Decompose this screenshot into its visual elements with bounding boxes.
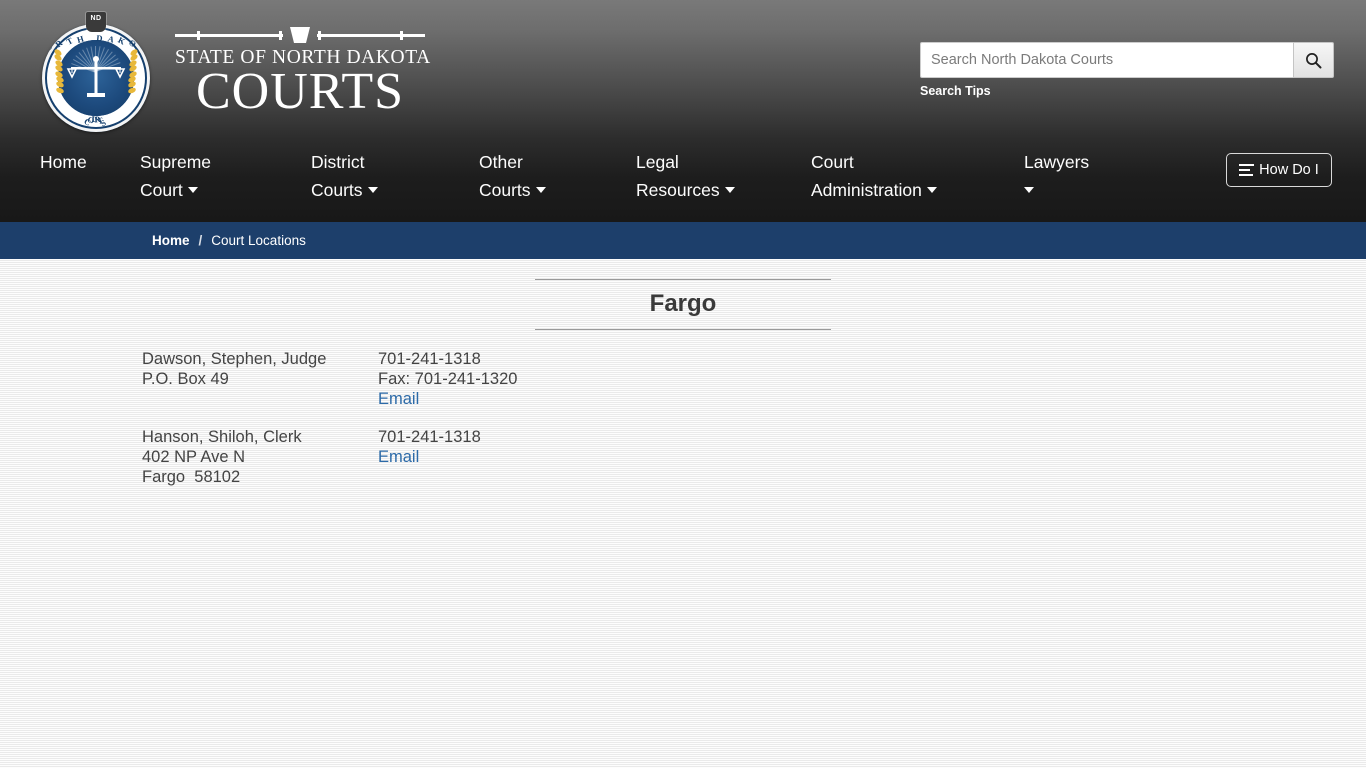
breadcrumb-current: Court Locations [211,233,306,248]
chevron-down-icon [367,187,378,193]
nav-item-court-administration-line1: Court [811,152,854,172]
wheat-left-icon [52,48,66,96]
breadcrumb-home-link[interactable]: Home [152,233,190,248]
breadcrumb: Home / Court Locations [152,222,306,259]
nav-item-other-courts[interactable]: Other Courts [479,148,634,204]
nav-item-home-line1: Home [40,152,87,172]
location-entry: Dawson, Stephen, Judge P.O. Box 49 701-2… [142,349,678,409]
how-do-i-label: How Do I [1259,162,1319,178]
wordmark-rule [175,26,425,44]
gavel-cup-icon [290,27,310,43]
location-address-line: 402 NP Ave N [142,448,246,466]
location-name-column: Dawson, Stephen, Judge P.O. Box 49 [142,349,378,409]
nav-item-supreme-court-line2: Court [140,180,183,200]
location-person-name: Hanson, Shiloh, Clerk [142,428,302,446]
search-button[interactable] [1293,42,1334,78]
nav-item-supreme-court-line1: Supreme [140,152,212,172]
nav-item-court-administration-line2: Administration [811,180,922,200]
nav-item-other-courts-line1: Other [479,152,523,172]
nav-item-lawyers[interactable]: Lawyers [1024,148,1174,204]
search-icon [1306,52,1322,68]
location-contact-column: 701-241-1318 Email [378,427,678,487]
site-header: NORTH D AKOTA COURTS ND STATE OF NORTH DA… [0,0,1366,222]
site-logo-link[interactable]: NORTH D AKOTA COURTS ND [40,12,152,134]
chevron-down-icon [724,187,735,193]
court-locations-list: Dawson, Stephen, Judge P.O. Box 49 701-2… [142,349,678,505]
list-lines-icon [1239,164,1255,176]
page-title: Fargo [649,290,717,317]
search-input[interactable] [920,42,1293,78]
breadcrumb-separator: / [198,233,203,248]
nav-item-district-courts[interactable]: District Courts [311,148,476,204]
nav-item-district-courts-line2: Courts [311,180,363,200]
location-person-name: Dawson, Stephen, Judge [142,350,327,368]
breadcrumb-bar: Home / Court Locations [0,222,1366,259]
scales-of-justice-icon [66,56,126,97]
location-fax: Fax: 701-241-1320 [378,370,518,388]
location-entry: Hanson, Shiloh, Clerk 402 NP Ave N Fargo… [142,427,678,487]
location-name-column: Hanson, Shiloh, Clerk 402 NP Ave N Fargo… [142,427,378,487]
location-email-link[interactable]: Email [378,448,419,466]
chevron-down-icon [926,187,937,193]
north-dakota-courts-seal-icon: NORTH D AKOTA COURTS [42,24,150,132]
location-contact-column: 701-241-1318 Fax: 701-241-1320 Email [378,349,678,409]
nav-item-supreme-court[interactable]: Supreme Court [140,148,305,204]
location-address-line: P.O. Box 49 [142,370,229,388]
nav-item-legal-resources-line2: Resources [636,180,720,200]
chevron-down-icon [187,187,198,193]
nav-item-legal-resources[interactable]: Legal Resources [636,148,811,204]
location-address-city-zip: Fargo 58102 [142,468,241,486]
nav-item-home[interactable]: Home [40,148,135,176]
nav-item-legal-resources-line1: Legal [636,152,679,172]
nav-item-court-administration[interactable]: Court Administration [811,148,1021,204]
nav-item-district-courts-line1: District [311,152,365,172]
chevron-down-icon [1024,187,1034,193]
wheat-right-icon [126,48,140,96]
site-wordmark: STATE OF NORTH DAKOTA COURTS [175,26,430,120]
page-title-container: Fargo [535,279,831,330]
location-email-link[interactable]: Email [378,390,419,408]
seal-bottom-text: COURTS [82,113,110,129]
wordmark-line-2: COURTS [195,63,405,120]
location-phone: 701-241-1318 [378,350,481,368]
search-tips-link[interactable]: Search Tips [920,84,991,98]
seal-top-text: NORTH D AKOTA [42,32,150,57]
nav-item-lawyers-line1: Lawyers [1024,152,1090,172]
search-area: Search Tips [920,42,1334,100]
page-background [0,259,1366,768]
location-phone: 701-241-1318 [378,428,481,446]
nav-item-other-courts-line2: Courts [479,180,531,200]
main-navigation: Home Supreme Court District Courts Other… [0,148,1366,214]
chevron-down-icon [535,187,546,193]
how-do-i-button[interactable]: How Do I [1226,153,1332,187]
seal-nd-tab: ND [86,12,106,32]
